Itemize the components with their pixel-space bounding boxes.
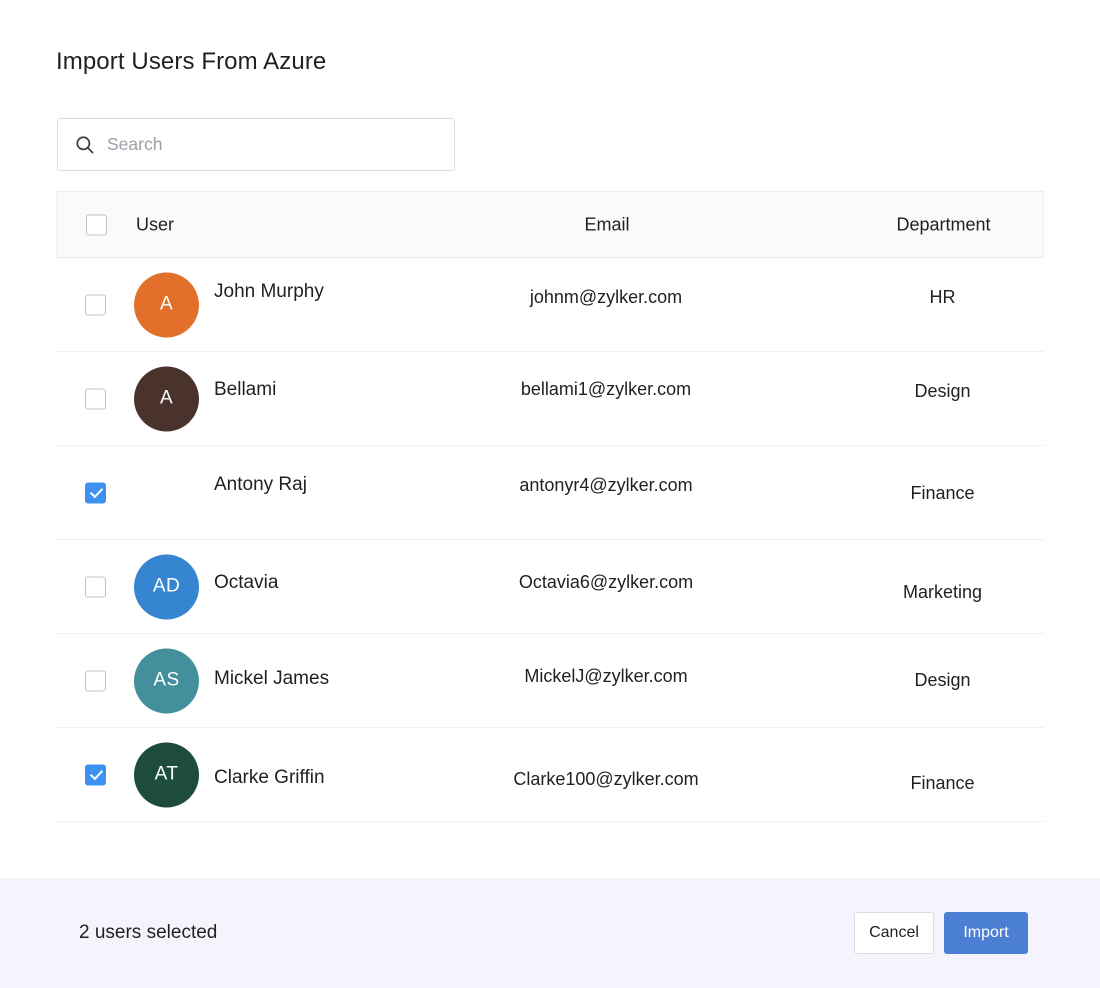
table-row[interactable]: ATClarke GriffinClarke100@zylker.comFina… xyxy=(56,728,1044,822)
row-checkbox[interactable] xyxy=(85,576,106,597)
avatar: A xyxy=(134,366,199,431)
user-name: John Murphy xyxy=(214,281,324,303)
user-name: Antony Raj xyxy=(214,474,307,496)
table-header-row: User Email Department xyxy=(56,191,1044,258)
row-checkbox-cell[interactable] xyxy=(85,482,106,503)
user-department: Design xyxy=(801,670,1084,691)
column-header-department: Department xyxy=(802,214,1085,235)
search-icon xyxy=(74,134,96,156)
table-row[interactable]: ASMickel JamesMickelJ@zylker.comDesign xyxy=(56,634,1044,728)
user-name: Bellami xyxy=(214,379,276,401)
user-email: Clarke100@zylker.com xyxy=(446,769,766,790)
user-name: Mickel James xyxy=(214,668,329,690)
search-field[interactable] xyxy=(57,118,455,171)
avatar: AS xyxy=(134,648,199,713)
users-table: User Email Department A John Murphy johnm@… xyxy=(56,191,1044,822)
avatar: AD xyxy=(134,554,199,619)
row-checkbox[interactable] xyxy=(85,294,106,315)
user-email: bellami1@zylker.com xyxy=(446,379,766,400)
user-email: MickelJ@zylker.com xyxy=(446,666,766,687)
table-row[interactable]: ARAntony Rajantonyr4@zylker.comFinance xyxy=(56,446,1044,540)
user-email: johnm@zylker.com xyxy=(446,287,766,308)
import-button[interactable]: Import xyxy=(944,912,1028,954)
avatar: A xyxy=(134,272,199,337)
row-checkbox[interactable] xyxy=(85,388,106,409)
user-department: Finance xyxy=(801,483,1084,504)
dialog-body: Import Users From Azure User Email Depar… xyxy=(0,0,1100,878)
row-checkbox[interactable] xyxy=(85,482,106,503)
row-checkbox[interactable] xyxy=(85,764,106,785)
table-row[interactable]: AJohn Murphyjohnm@zylker.comHR xyxy=(56,258,1044,352)
user-email: Octavia6@zylker.com xyxy=(446,572,766,593)
row-checkbox-cell[interactable] xyxy=(85,764,106,785)
row-checkbox[interactable] xyxy=(85,670,106,691)
row-checkbox-cell[interactable] xyxy=(85,294,106,315)
table-row[interactable]: ABellamibellami1@zylker.comDesign xyxy=(56,352,1044,446)
user-department: Marketing xyxy=(801,582,1084,603)
user-department: HR xyxy=(801,287,1084,308)
row-checkbox-cell[interactable] xyxy=(85,576,106,597)
avatar: AR xyxy=(134,460,199,525)
avatar: AT xyxy=(134,742,199,807)
footer-actions: Cancel Import xyxy=(854,912,1028,954)
search-input[interactable] xyxy=(107,134,427,155)
row-checkbox-cell[interactable] xyxy=(85,670,106,691)
user-name: Octavia xyxy=(214,572,278,594)
column-header-user: User xyxy=(136,214,174,235)
import-users-dialog: Import Users From Azure User Email Depar… xyxy=(0,0,1100,988)
selected-count-label: 2 users selected xyxy=(79,922,217,944)
table-row[interactable]: ADOctaviaOctavia6@zylker.comMarketing xyxy=(56,540,1044,634)
select-all-checkbox-cell[interactable] xyxy=(86,214,107,235)
user-name: Clarke Griffin xyxy=(214,767,325,789)
table-rows: AJohn Murphyjohnm@zylker.comHRABellamibe… xyxy=(56,258,1044,822)
column-header-email: Email xyxy=(457,214,757,235)
cancel-button[interactable]: Cancel xyxy=(854,912,934,954)
page-title: Import Users From Azure xyxy=(56,48,326,76)
dialog-footer: 2 users selected Cancel Import xyxy=(0,878,1100,988)
user-department: Finance xyxy=(801,773,1084,794)
user-department: Design xyxy=(801,381,1084,402)
user-email: antonyr4@zylker.com xyxy=(446,475,766,496)
select-all-checkbox[interactable] xyxy=(86,214,107,235)
row-checkbox-cell[interactable] xyxy=(85,388,106,409)
